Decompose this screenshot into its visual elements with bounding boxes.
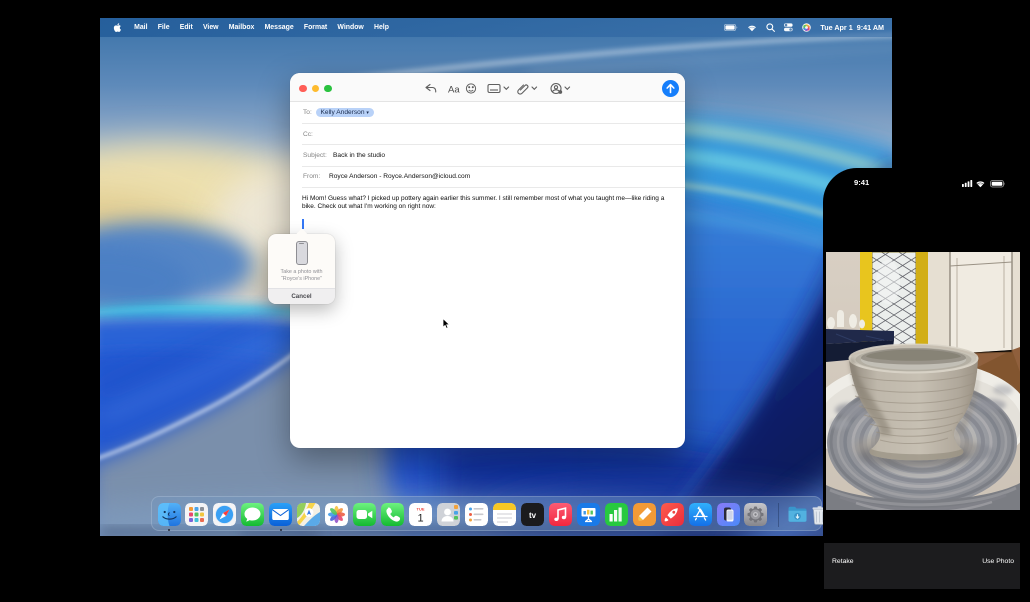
- svg-text:TUE: TUE: [417, 507, 425, 512]
- svg-text:1: 1: [417, 513, 423, 525]
- svg-text:tv: tv: [529, 511, 537, 520]
- svg-text:Aa: Aa: [448, 85, 460, 96]
